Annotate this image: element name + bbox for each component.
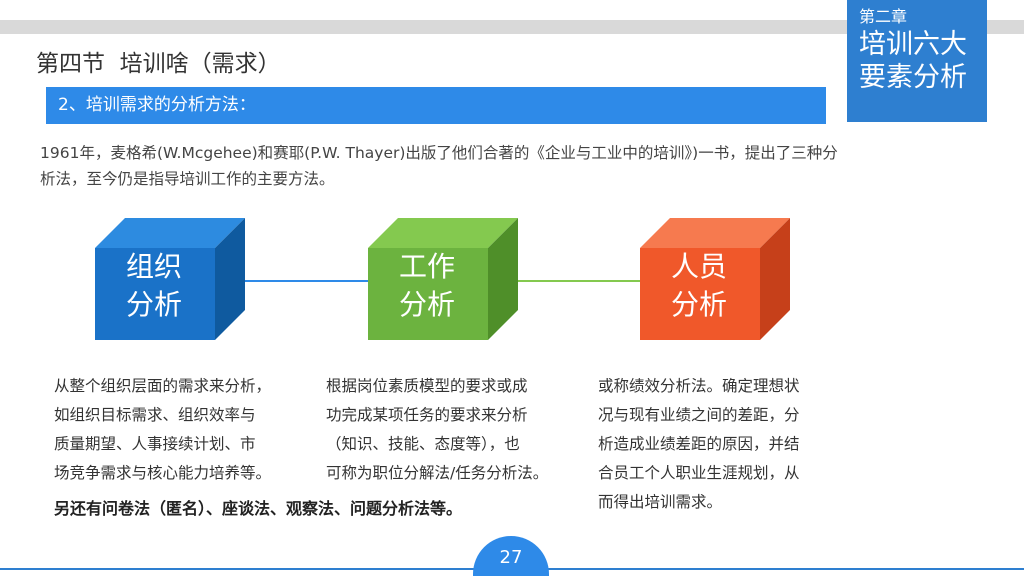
desc-person-analysis: 或称绩效分析法。确定理想状 况与现有业绩之间的差距，分 析造成业绩差距的原因，并… [598,372,800,517]
desc-line: 合员工个人职业生涯规划，从 [598,464,800,482]
desc-line: 析造成业绩差距的原因，并结 [598,435,800,453]
cube-org-analysis: 组织 分析 [95,218,245,340]
page-title: 第四节 培训啥（需求） [36,51,281,77]
desc-line: 况与现有业绩之间的差距，分 [598,406,800,424]
desc-line: 可称为职位分解法/任务分析法。 [326,464,549,482]
desc-line: 如组织目标需求、组织效率与 [54,406,256,424]
cube-person-analysis: 人员 分析 [640,218,790,340]
chapter-title-line1: 培训六大 [859,29,967,60]
cube-job-analysis: 工作 分析 [368,218,518,340]
desc-line: 功完成某项任务的要求来分析 [326,406,528,424]
cube-label: 人员 分析 [670,250,727,321]
desc-job-analysis: 根据岗位素质模型的要求或成 功完成某项任务的要求来分析 （知识、技能、态度等），… [326,372,548,488]
chapter-number: 第二章 [859,7,908,26]
desc-line: 质量期望、人事接续计划、市 [54,435,256,453]
desc-org-analysis: 从整个组织层面的需求来分析， 如组织目标需求、组织效率与 质量期望、人事接续计划… [54,372,271,488]
page-number: 27 [473,536,549,576]
desc-line: （知识、技能、态度等），也 [326,435,520,453]
chapter-badge: 第二章 培训六大 要素分析 [847,0,987,122]
chapter-title-line2: 要素分析 [859,62,967,93]
other-methods-note: 另还有问卷法（匿名）、座谈法、观察法、问题分析法等。 [54,499,463,518]
desc-line: 或称绩效分析法。确定理想状 [598,377,800,395]
subtitle-bar: 2、培训需求的分析方法： [46,87,826,124]
intro-paragraph: 1961年，麦格希(W.Mcgehee)和赛耶(P.W. Thayer)出版了他… [40,144,838,188]
cube-label: 工作 分析 [398,250,455,321]
desc-line: 而得出培训需求。 [598,493,723,511]
connector-line-1 [245,280,370,282]
desc-line: 从整个组织层面的需求来分析， [54,377,272,395]
desc-line: 场竞争需求与核心能力培养等。 [54,464,272,482]
footer: 27 [0,530,1024,576]
desc-line: 根据岗位素质模型的要求或成 [326,377,528,395]
cube-label: 组织 分析 [125,250,182,321]
connector-line-2 [518,280,643,282]
